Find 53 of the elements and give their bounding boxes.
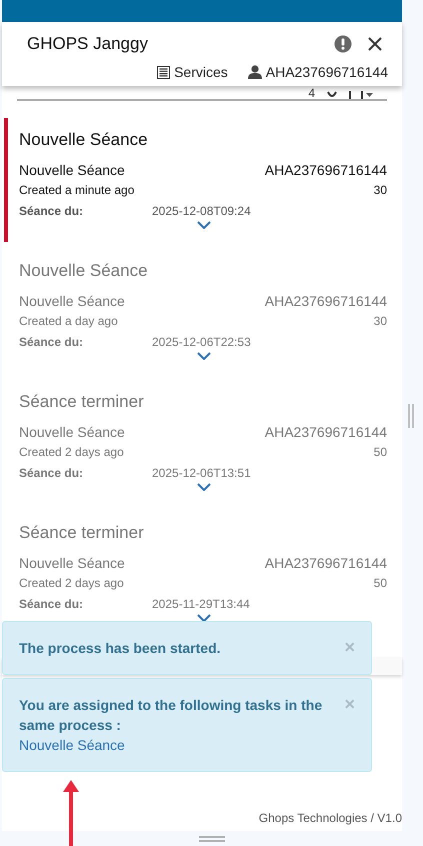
assignee-id: AHA237696716144 [264, 554, 387, 573]
chevron-down-icon[interactable] [197, 221, 211, 229]
chevron-down-icon[interactable] [197, 483, 211, 491]
assignee-id: AHA237696716144 [264, 292, 387, 311]
footer-version: Ghops Technologies / V1.0 [258, 811, 402, 825]
task-card[interactable]: Séance terminer Nouvelle Séance AHA237696716144 Created 2 days ago 50 Séance du: 2025-12-06T13:51 [4, 380, 387, 504]
resize-handle-icon[interactable] [408, 404, 414, 428]
user-icon [248, 65, 262, 79]
list-icon [157, 66, 170, 78]
task-score: 30 [374, 182, 387, 199]
pointer-arrow [63, 780, 79, 846]
created-time: Created a minute ago [19, 182, 134, 199]
task-score: 30 [374, 313, 387, 330]
app-title: GHOPS Janggy [27, 34, 149, 54]
task-name: Nouvelle Séance [19, 161, 125, 180]
notification-message: You are assigned to the following tasks in the same process : [19, 696, 324, 735]
task-name: Nouvelle Séance [19, 423, 125, 442]
assignee-id: AHA237696716144 [264, 423, 387, 442]
close-icon[interactable] [368, 37, 382, 51]
chevron-down-icon[interactable] [197, 352, 211, 360]
created-time: Created 2 days ago [19, 444, 124, 461]
task-score: 50 [374, 575, 387, 592]
task-title: Séance terminer [19, 522, 145, 544]
task-link[interactable]: Nouvelle Séance [19, 735, 125, 755]
date-label: Séance du: [19, 596, 84, 613]
task-card[interactable]: Séance terminer Nouvelle Séance AHA237696716144 Created 2 days ago 50 Séance du: 2025-11-29T13:44 [4, 511, 387, 635]
session-date: 2025-12-06T13:51 [152, 465, 251, 482]
task-title: Nouvelle Séance [19, 260, 149, 282]
date-label: Séance du: [19, 334, 84, 351]
task-card[interactable]: Nouvelle Séance Nouvelle Séance AHA237696716144 Created a day ago 30 Séance du: 2025-12-06T22:53 [4, 249, 387, 373]
task-score: 50 [374, 444, 387, 461]
user-id: AHA237696716144 [266, 64, 388, 80]
services-link[interactable]: Services [174, 64, 228, 80]
task-title: Séance terminer [19, 391, 145, 413]
notification-message: The process has been started. [19, 639, 222, 658]
session-date: 2025-12-08T09:24 [152, 203, 251, 220]
alert-icon[interactable] [334, 35, 352, 53]
link-icon[interactable] [327, 91, 337, 99]
created-time: Created a day ago [19, 313, 118, 330]
date-label: Séance du: [19, 465, 84, 482]
task-name: Nouvelle Séance [19, 554, 125, 573]
task-title: Nouvelle Séance [19, 129, 149, 151]
date-label: Séance du: [19, 203, 84, 220]
task-card[interactable]: Nouvelle Séance Nouvelle Séance AHA237696716144 Created a minute ago 30 Séance du: 2025-12-08T09:24 [4, 118, 387, 242]
created-time: Created 2 days ago [19, 575, 124, 592]
session-date: 2025-11-29T13:44 [152, 596, 250, 613]
chevron-down-icon[interactable] [197, 614, 211, 622]
save-dropdown-icon[interactable] [349, 91, 373, 99]
assignee-id: AHA237696716144 [264, 161, 387, 180]
task-name: Nouvelle Séance [19, 292, 125, 311]
session-date: 2025-12-06T22:53 [152, 334, 251, 351]
drag-handle-icon[interactable] [198, 836, 224, 842]
task-count: 4 [308, 87, 315, 99]
